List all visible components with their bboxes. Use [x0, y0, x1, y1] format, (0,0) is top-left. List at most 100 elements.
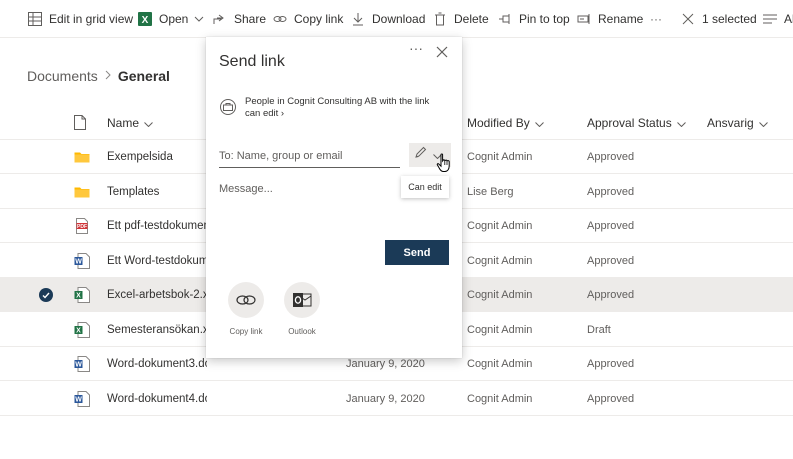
folder-icon — [74, 184, 90, 200]
message-input[interactable] — [219, 183, 389, 223]
modified-by: Cognit Admin — [467, 220, 533, 232]
chevron-down-icon — [676, 116, 686, 130]
approval-status: Approved — [587, 254, 635, 267]
outlook-icon — [284, 282, 320, 318]
send-link-dialog: Send link ··· People in Cognit Consultin… — [206, 37, 462, 358]
view-options-button[interactable]: All — [762, 0, 793, 38]
organization-icon — [220, 99, 236, 115]
column-ansvarig-label: Ansvarig — [707, 115, 754, 130]
approval-status: Approved — [587, 185, 635, 198]
folder-icon — [74, 149, 90, 165]
clear-selection-button[interactable]: 1 selected — [680, 0, 757, 38]
chevron-down-icon — [758, 116, 768, 130]
file-type-column-icon[interactable] — [74, 105, 86, 140]
svg-text:X: X — [76, 293, 81, 300]
rename-icon — [576, 11, 592, 27]
svg-text:W: W — [75, 258, 82, 265]
breadcrumb-documents[interactable]: Documents — [27, 68, 98, 84]
hand-cursor-icon — [436, 153, 452, 173]
chevron-down-icon — [144, 116, 153, 130]
send-button[interactable]: Send — [385, 240, 449, 265]
excel-file-icon: X — [74, 287, 90, 303]
breadcrumb-general: General — [117, 68, 170, 84]
rename-button[interactable]: Rename — [576, 0, 643, 38]
approval-status: Approved — [587, 392, 635, 405]
chevron-right-icon: › — [280, 108, 285, 119]
chevron-right-icon — [105, 69, 111, 83]
copy-link-option[interactable]: Copy link — [222, 282, 270, 336]
edit-grid-view-label: Edit in grid view — [49, 12, 134, 26]
recipients-input[interactable] — [219, 144, 400, 168]
download-icon — [350, 11, 366, 27]
column-modified-by-label: Modified By — [467, 115, 530, 130]
download-button[interactable]: Download — [350, 0, 425, 38]
grid-icon — [27, 11, 43, 27]
approval-status: Approved — [587, 220, 635, 232]
modified-date: January 9, 2020 — [346, 392, 425, 405]
modified-by: Cognit Admin — [467, 151, 533, 163]
close-icon[interactable] — [436, 45, 450, 59]
open-button[interactable]: X Open — [137, 0, 204, 38]
modified-by: Cognit Admin — [467, 392, 533, 405]
file-name[interactable]: Templates — [107, 175, 207, 209]
word-file-icon: W — [74, 356, 90, 372]
chevron-down-icon — [534, 116, 544, 130]
word-file-icon: W — [74, 390, 90, 407]
close-icon — [680, 11, 696, 27]
more-actions-button[interactable]: ··· — [650, 0, 662, 38]
copy-link-button[interactable]: Copy link — [272, 0, 343, 38]
trash-icon — [432, 11, 448, 27]
download-label: Download — [372, 12, 426, 26]
svg-text:W: W — [75, 362, 82, 369]
svg-text:W: W — [75, 396, 82, 403]
outlook-option-label: Outlook — [288, 327, 316, 336]
svg-text:X: X — [76, 327, 81, 334]
checkmark-icon[interactable] — [39, 288, 53, 302]
file-name[interactable]: Ett Word-testdokum — [107, 244, 207, 278]
outlook-option[interactable]: Outlook — [278, 282, 326, 336]
link-scope-text: People in Cognit Consulting AB with the … — [245, 96, 430, 119]
approval-status: Approved — [587, 358, 635, 370]
edit-grid-view-button[interactable]: Edit in grid view — [27, 0, 133, 38]
approval-status: Approved — [587, 289, 635, 301]
rename-label: Rename — [598, 12, 644, 26]
pdf-file-icon: PDF — [74, 218, 90, 234]
column-name-label: Name — [107, 115, 140, 130]
file-name[interactable]: Word-dokument4.docx — [107, 382, 207, 416]
column-header-modified-by[interactable]: Modified By — [467, 105, 544, 140]
pin-icon — [497, 11, 513, 27]
file-name[interactable]: Word-dokument3.docx — [107, 347, 207, 381]
modified-by: Cognit Admin — [467, 358, 533, 370]
file-name[interactable]: Semesteransökan.xls — [107, 313, 207, 347]
pin-to-top-button[interactable]: Pin to top — [497, 0, 570, 38]
approval-status: Draft — [587, 323, 611, 336]
dialog-more-button[interactable]: ··· — [409, 41, 425, 57]
permission-tooltip: Can edit — [401, 176, 449, 198]
file-name[interactable]: Excel-arbetsbok-2.x — [107, 278, 207, 312]
pin-to-top-label: Pin to top — [519, 12, 570, 26]
column-header-ansvarig[interactable]: Ansvarig — [707, 105, 768, 140]
column-header-approval-status[interactable]: Approval Status — [587, 105, 686, 140]
svg-text:X: X — [142, 15, 149, 26]
open-label: Open — [159, 12, 189, 26]
modified-by: Lise Berg — [467, 185, 514, 198]
table-row[interactable]: W Word-dokument4.docx January 9, 2020 Cogni… — [0, 382, 793, 416]
link-settings-button[interactable]: People in Cognit Consulting AB with the … — [245, 96, 445, 120]
excel-icon: X — [137, 11, 153, 27]
modified-by: Cognit Admin — [467, 289, 533, 301]
command-bar: Edit in grid view X Open Share Copy link… — [0, 0, 793, 38]
file-name[interactable]: Ett pdf-testdokumen — [107, 209, 207, 243]
column-header-name[interactable]: Name — [107, 105, 153, 140]
chevron-down-icon — [194, 16, 204, 22]
dialog-title: Send link — [219, 53, 285, 70]
link-icon — [272, 11, 288, 27]
share-button[interactable]: Share — [212, 0, 266, 38]
delete-button[interactable]: Delete — [432, 0, 489, 38]
view-options-label: All — [784, 12, 793, 26]
copy-link-label: Copy link — [294, 12, 344, 26]
column-approval-status-label: Approval Status — [587, 115, 672, 130]
selected-count: 1 selected — [702, 12, 757, 26]
copy-link-option-label: Copy link — [229, 327, 263, 336]
svg-text:PDF: PDF — [77, 224, 87, 230]
file-name[interactable]: Exempelsida — [107, 140, 207, 174]
